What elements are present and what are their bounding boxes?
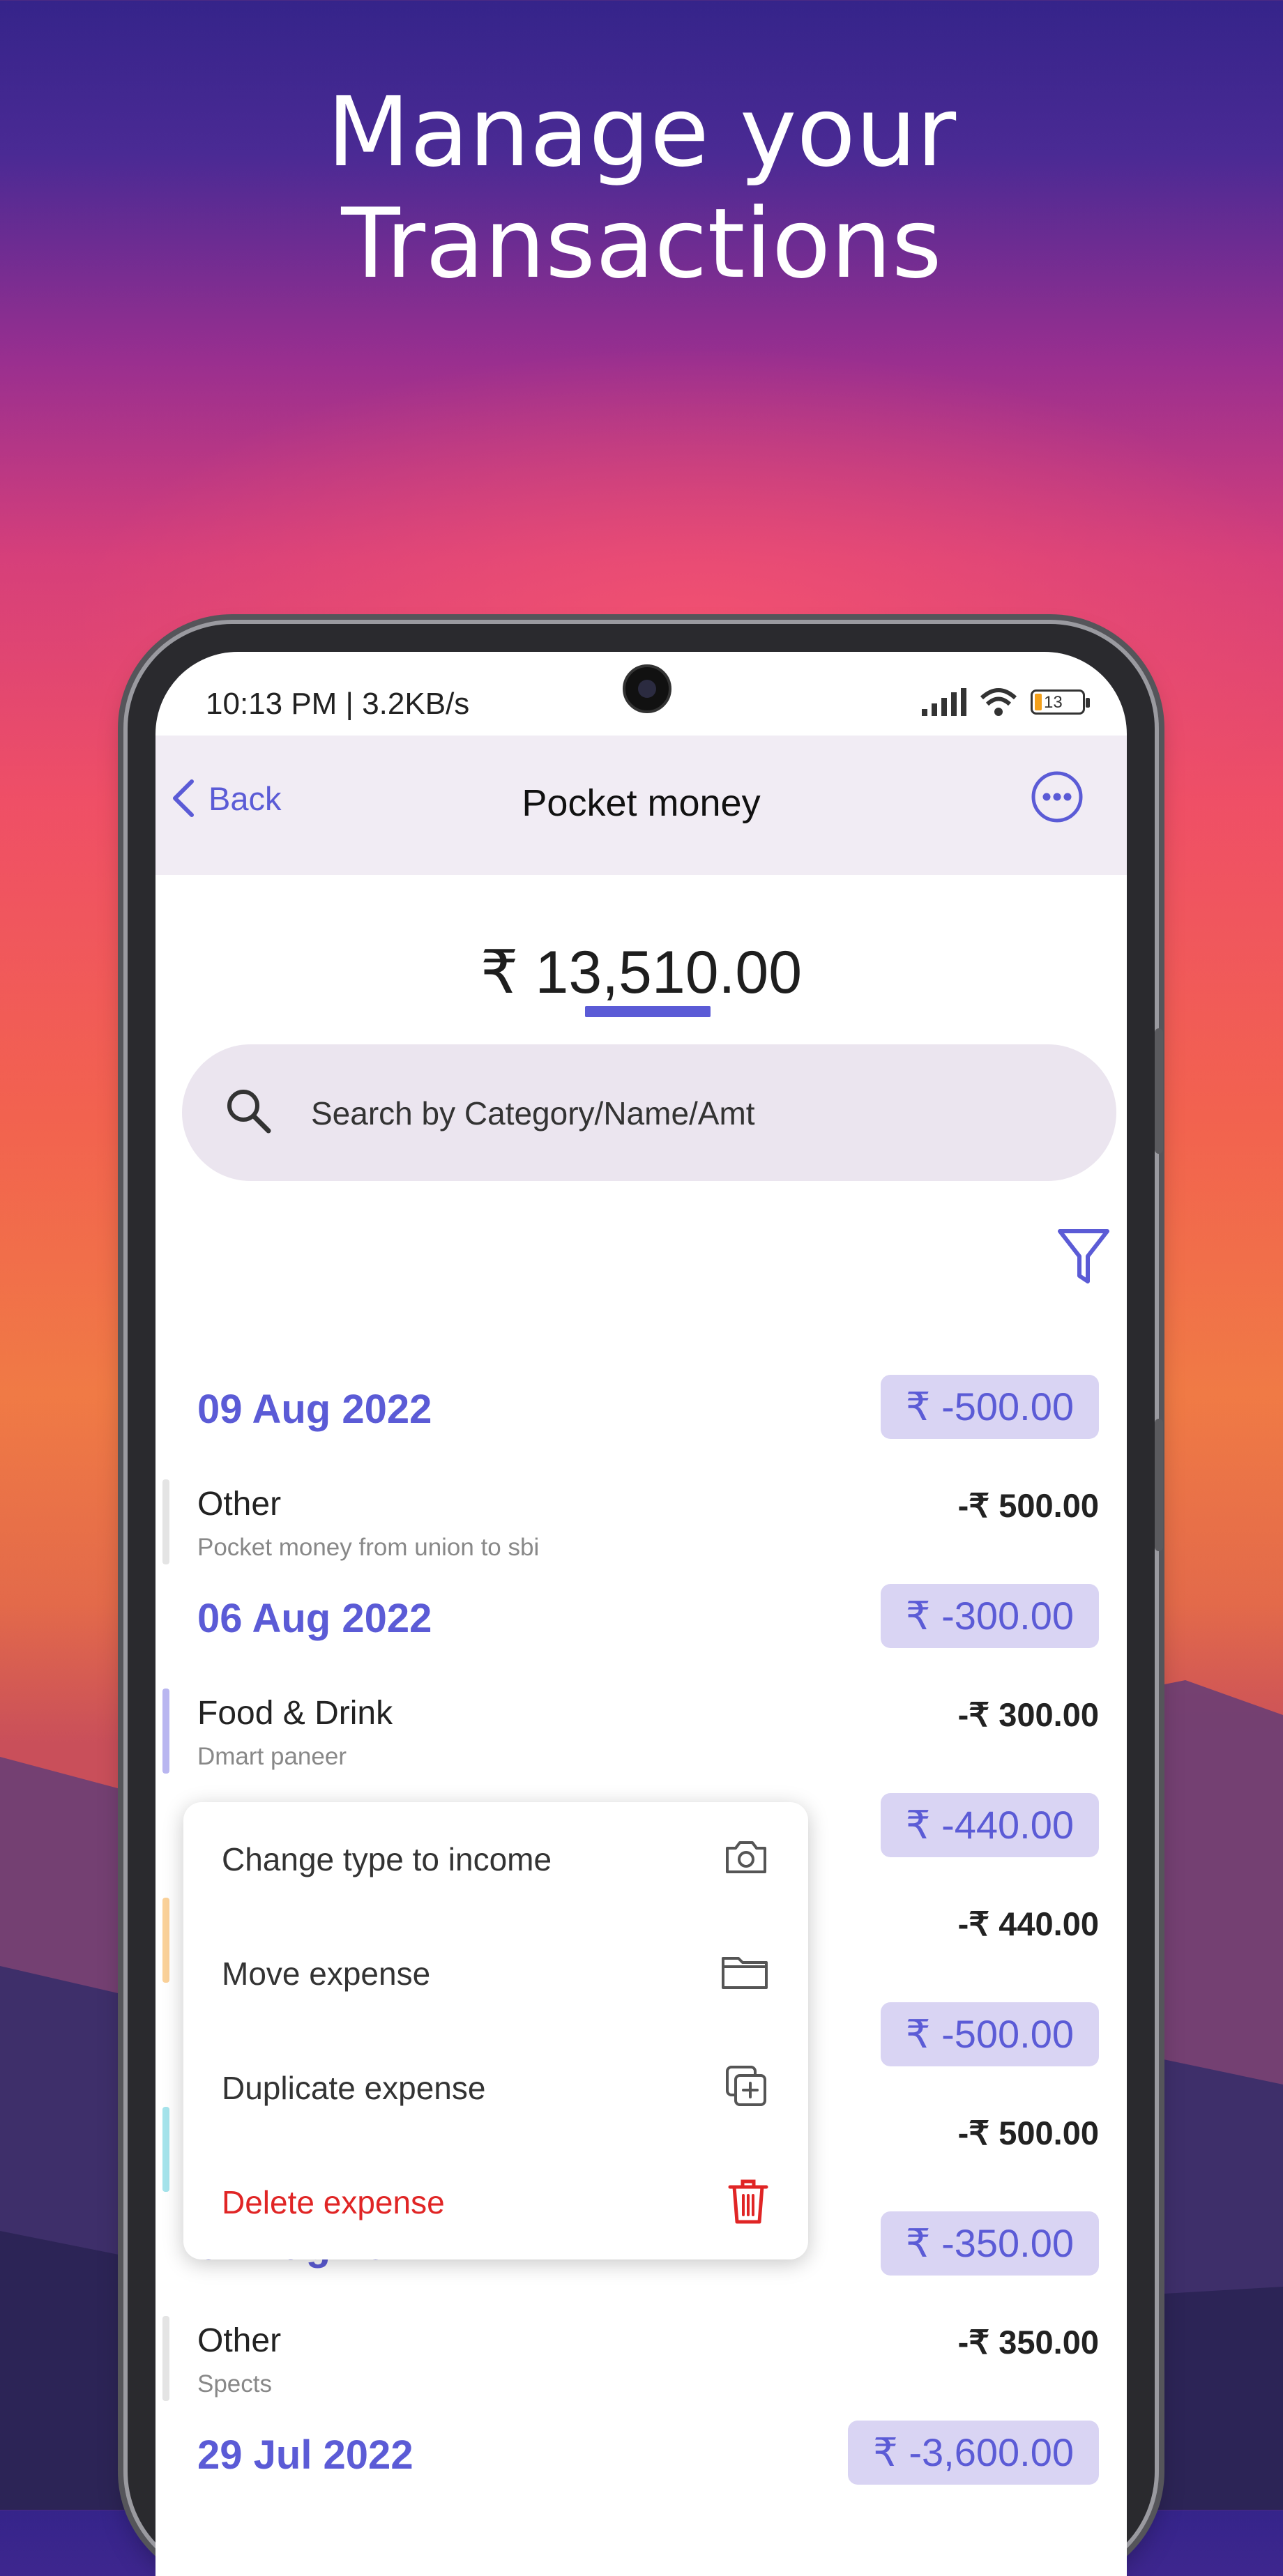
date-group-header: 09 Aug 2022 ₹ -500.00: [155, 1375, 1127, 1445]
transaction-amount: -₹ 350.00: [957, 2324, 1099, 2361]
transaction-note: Spects: [197, 2370, 272, 2398]
category-color-bar: [162, 1479, 169, 1564]
promo-headline-line1: Manage your: [326, 76, 957, 188]
signal-icon: [922, 688, 966, 716]
transaction-row[interactable]: Other Pocket money from union to sbi -₹ …: [155, 1479, 1127, 1570]
menu-item-change-type[interactable]: Change type to income: [183, 1802, 808, 1916]
menu-item-label: Move expense: [222, 1956, 431, 1992]
category-color-bar: [162, 1898, 169, 1983]
group-total-badge: ₹ -500.00: [880, 1375, 1099, 1439]
date-label: 29 Jul 2022: [197, 2432, 413, 2478]
category-color-bar: [162, 2107, 169, 2192]
date-label: 09 Aug 2022: [197, 1387, 432, 1432]
category-color-bar: [162, 2316, 169, 2401]
group-total-badge: ₹ -500.00: [880, 2002, 1099, 2066]
battery-level: 13: [1044, 693, 1063, 712]
context-menu: Change type to income Move expense Dupli…: [183, 1802, 808, 2259]
more-options-button[interactable]: [1031, 770, 1084, 823]
balance-amount: ₹ 13,510.00: [480, 939, 803, 1006]
menu-item-delete[interactable]: Delete expense: [183, 2145, 808, 2259]
menu-item-label: Duplicate expense: [222, 2070, 486, 2106]
menu-item-label: Change type to income: [222, 1841, 552, 1877]
balance-underline: [585, 1006, 711, 1017]
transaction-category: Other: [197, 1486, 282, 1523]
menu-item-move[interactable]: Move expense: [183, 1916, 808, 2031]
status-time: 10:13 PM | 3.2KB/s: [206, 687, 470, 721]
group-total-badge: ₹ -3,600.00: [848, 2421, 1099, 2485]
search-icon: [227, 1090, 271, 1134]
transaction-note: Dmart paneer: [197, 1743, 347, 1770]
transaction-category: Other: [197, 2322, 282, 2359]
date-group-header: 06 Aug 2022 ₹ -300.00: [155, 1584, 1127, 1654]
group-total-badge: ₹ -440.00: [880, 1793, 1099, 1857]
battery-icon: 13: [1031, 689, 1090, 715]
promo-headline-line2: Transactions: [341, 188, 942, 300]
duplicate-icon: [726, 2066, 766, 2106]
transaction-row[interactable]: Other Spects -₹ 350.00: [155, 2316, 1127, 2407]
app-bar: Back Pocket money: [155, 736, 1127, 875]
folder-icon: [722, 1957, 768, 1989]
camera-icon: [726, 1841, 766, 1873]
phone-frame: 10:13 PM | 3.2KB/s 13 Back Pocket money …: [128, 624, 1163, 2576]
transaction-category: Food & Drink: [197, 1695, 393, 1732]
transaction-amount: -₹ 500.00: [957, 2114, 1099, 2151]
search-bar[interactable]: Search by Category/Name/Amt: [182, 1044, 1116, 1181]
date-group-header: 29 Jul 2022 ₹ -3,600.00: [155, 2421, 1127, 2490]
phone-volume-button: [1155, 1028, 1163, 1154]
wifi-icon: [980, 688, 1017, 716]
menu-item-duplicate[interactable]: Duplicate expense: [183, 2031, 808, 2145]
transaction-amount: -₹ 440.00: [957, 1905, 1099, 1942]
transaction-amount: -₹ 300.00: [957, 1696, 1099, 1733]
trash-icon: [728, 2179, 768, 2224]
filter-icon[interactable]: [1057, 1227, 1110, 1286]
status-icons: 13: [920, 687, 1090, 717]
group-total-badge: ₹ -350.00: [880, 2211, 1099, 2276]
page-title: Pocket money: [522, 782, 761, 824]
transaction-amount: -₹ 500.00: [957, 1487, 1099, 1524]
category-color-bar: [162, 1689, 169, 1774]
transaction-row[interactable]: Food & Drink Dmart paneer -₹ 300.00: [155, 1689, 1127, 1779]
promo-headline: Manage your Transactions: [0, 77, 1283, 300]
date-label: 06 Aug 2022: [197, 1596, 432, 1641]
phone-power-button: [1155, 1419, 1163, 1551]
more-horizontal-icon: [1031, 771, 1083, 823]
transaction-note: Pocket money from union to sbi: [197, 1534, 540, 1561]
phone-screen: 10:13 PM | 3.2KB/s 13 Back Pocket money …: [155, 652, 1127, 2576]
search-input[interactable]: Search by Category/Name/Amt: [311, 1095, 755, 1132]
status-bar: 10:13 PM | 3.2KB/s 13: [155, 652, 1127, 736]
menu-item-label: Delete expense: [222, 2184, 445, 2220]
group-total-badge: ₹ -300.00: [880, 1584, 1099, 1648]
